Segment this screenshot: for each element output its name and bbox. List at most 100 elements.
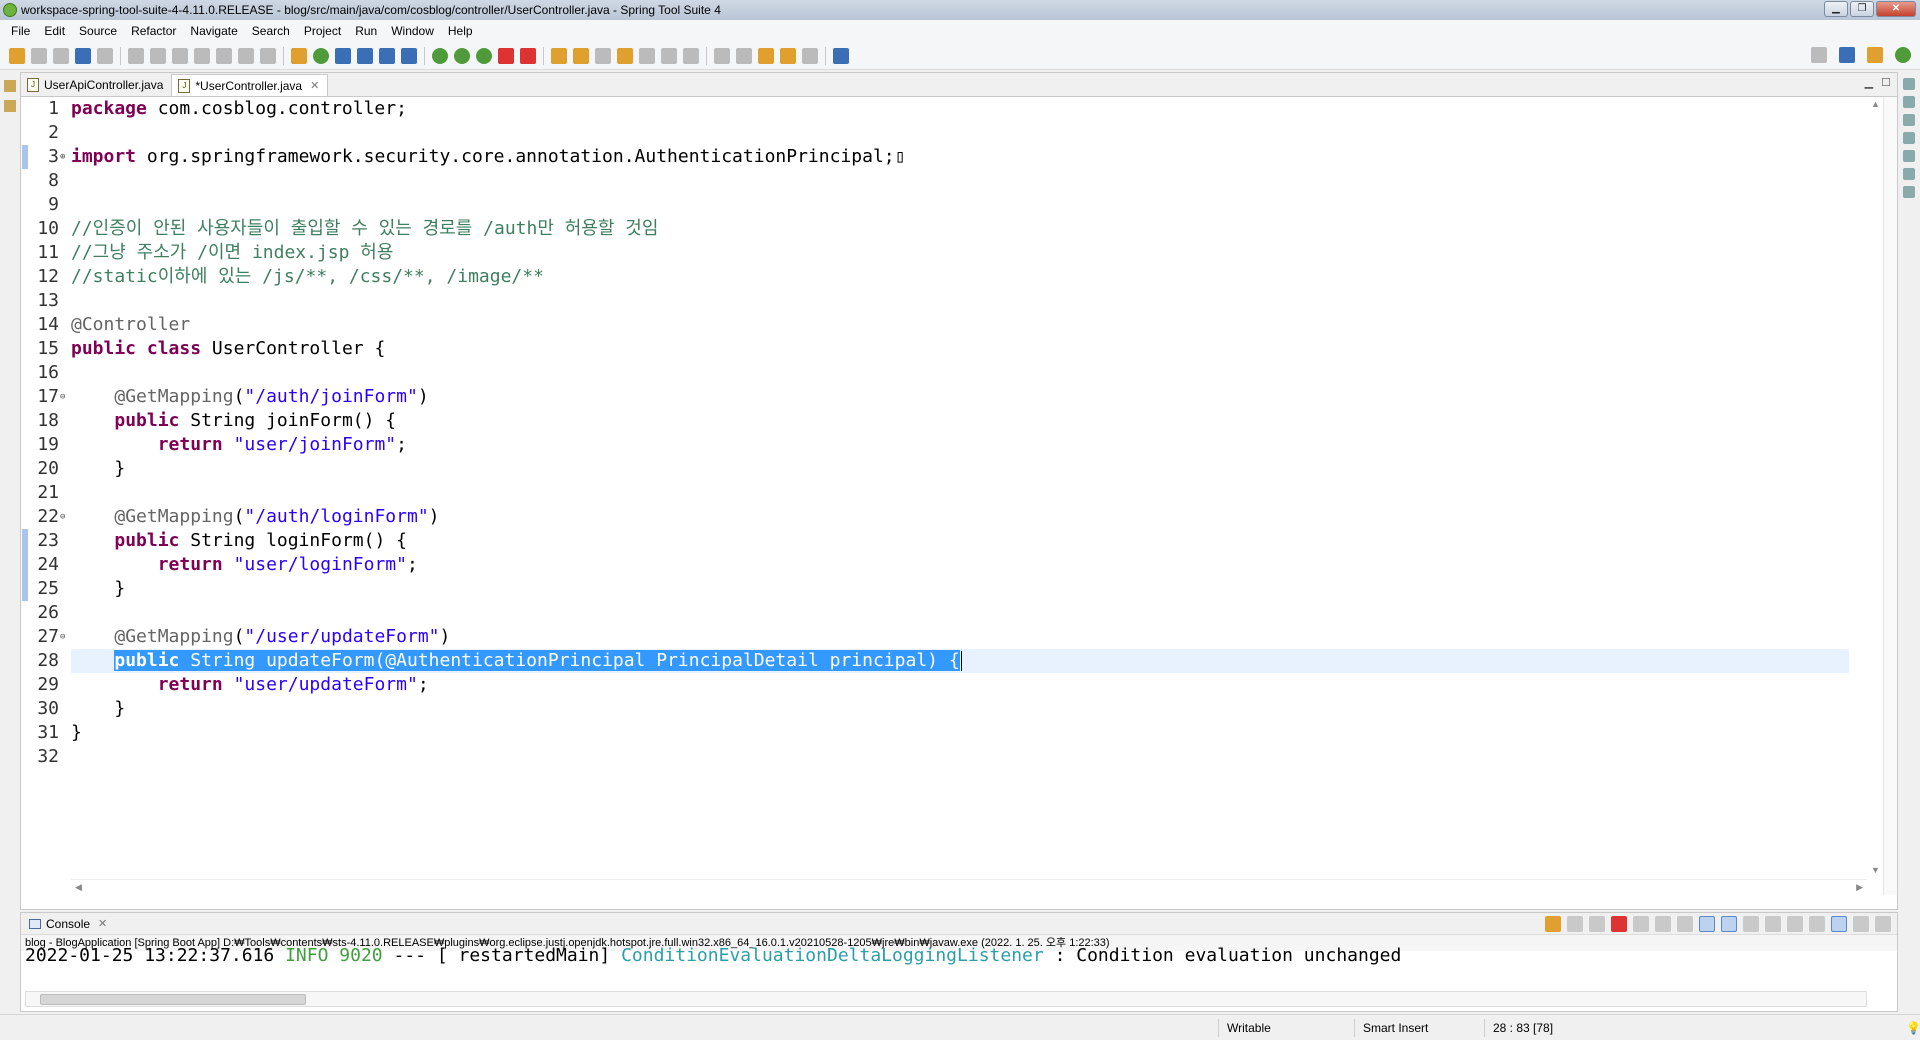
code-line[interactable]: 11 //그냥 주소가 /이면 index.jsp 허용: [37, 241, 1849, 265]
word-wrap-icon[interactable]: [639, 47, 655, 64]
spring-dashboard-icon[interactable]: [357, 47, 373, 64]
code-text[interactable]: 1 package com.cosblog.controller; 2 3 ⊕ impor…: [37, 97, 1849, 895]
scroll-lock-icon[interactable]: [1655, 916, 1671, 932]
close-tab-icon[interactable]: ✕: [310, 79, 319, 92]
display-console-icon[interactable]: [1765, 916, 1781, 932]
code-line[interactable]: 29 return "user/updateForm";: [37, 673, 1849, 697]
close-button[interactable]: ✕: [1876, 1, 1916, 17]
scroll-left-icon[interactable]: ◀: [75, 882, 82, 893]
build-icon[interactable]: [291, 47, 307, 64]
servers-icon[interactable]: [1903, 186, 1915, 198]
spring-perspective-icon[interactable]: [1895, 47, 1911, 63]
coverage-icon[interactable]: [476, 47, 492, 64]
code-line[interactable]: 20 }: [37, 457, 1849, 481]
code-line[interactable]: 17 ⊖ @GetMapping("/auth/joinForm"): [37, 385, 1849, 409]
globe-icon[interactable]: [379, 47, 395, 64]
code-line[interactable]: 14 @Controller: [37, 313, 1849, 337]
show-on-stdout-icon[interactable]: [1699, 916, 1715, 932]
scroll-right-icon[interactable]: ▶: [1856, 882, 1863, 893]
menu-file[interactable]: File: [4, 20, 37, 42]
code-line[interactable]: 27 ⊖ @GetMapping("/user/updateForm"): [37, 625, 1849, 649]
code-line[interactable]: 28 public String updateForm(@Authenticat…: [37, 649, 1849, 673]
boot-dashboard-icon[interactable]: [1903, 132, 1915, 144]
open-type-icon[interactable]: [551, 47, 567, 64]
step-into-icon[interactable]: [216, 47, 232, 64]
maximize-pane-icon[interactable]: [1875, 916, 1891, 932]
suspend-icon[interactable]: [150, 47, 166, 64]
fold-toggle-icon[interactable]: ⊖: [60, 625, 65, 649]
remove-all-terminated-icon[interactable]: [1589, 916, 1605, 932]
view-menu-icon[interactable]: [1809, 916, 1825, 932]
resume-icon[interactable]: [128, 47, 144, 64]
open-console-icon[interactable]: [75, 47, 91, 64]
overview-ruler[interactable]: [1883, 97, 1897, 895]
pin-editor-icon[interactable]: [833, 47, 849, 64]
minimize-pane-icon[interactable]: [1853, 916, 1869, 932]
menu-run[interactable]: Run: [348, 20, 384, 42]
code-line[interactable]: 26: [37, 601, 1849, 625]
back-icon[interactable]: [780, 47, 796, 64]
menu-navigate[interactable]: Navigate: [183, 20, 244, 42]
code-line[interactable]: 22 ⊖ @GetMapping("/auth/loginForm"): [37, 505, 1849, 529]
restore-view-icon[interactable]: [4, 80, 16, 92]
menu-search[interactable]: Search: [245, 20, 297, 42]
scroll-down-icon[interactable]: ▼: [1871, 865, 1880, 875]
code-line[interactable]: 13: [37, 289, 1849, 313]
save-icon[interactable]: [31, 47, 47, 64]
open-perspective-icon[interactable]: [1839, 47, 1855, 63]
show-on-stderr-icon[interactable]: [1721, 916, 1737, 932]
step-return-icon[interactable]: [260, 47, 276, 64]
fold-toggle-icon[interactable]: ⊖: [60, 385, 65, 409]
package-explorer-icon[interactable]: [4, 100, 16, 112]
remove-launch-icon[interactable]: [1567, 916, 1583, 932]
task-list-icon[interactable]: [1903, 114, 1915, 126]
skip-breakpoints-icon[interactable]: [97, 47, 113, 64]
code-line[interactable]: 18 public String joinForm() {: [37, 409, 1849, 433]
menu-edit[interactable]: Edit: [37, 20, 72, 42]
code-line[interactable]: 10 //인증이 안된 사용자들이 출입할 수 있는 경로를 /auth만 허용할…: [37, 217, 1849, 241]
scroll-up-icon[interactable]: ▲: [1871, 99, 1880, 109]
vertical-scrollbar[interactable]: ▲ ▼: [1867, 97, 1883, 895]
fold-toggle-icon[interactable]: ⊖: [60, 505, 65, 529]
code-line[interactable]: 3 ⊕ import org.springframework.security.co…: [48, 145, 1849, 169]
restore-icon[interactable]: [1903, 78, 1915, 90]
tab-console[interactable]: Console ✕: [21, 917, 115, 931]
code-line[interactable]: 9: [48, 193, 1849, 217]
search-type-icon[interactable]: [401, 47, 417, 64]
terminate-icon[interactable]: [172, 47, 188, 64]
menu-project[interactable]: Project: [297, 20, 348, 42]
disconnect-icon[interactable]: [194, 47, 210, 64]
clear-console-icon[interactable]: [1633, 916, 1649, 932]
code-line[interactable]: 15 public class UserController {: [37, 337, 1849, 361]
code-line[interactable]: 32: [37, 745, 1849, 769]
spring-boot-icon[interactable]: [313, 47, 329, 64]
properties-icon[interactable]: [1903, 168, 1915, 180]
toggle-block-selection-icon[interactable]: [617, 47, 633, 64]
java-perspective-icon[interactable]: [1867, 47, 1883, 63]
menu-source[interactable]: Source: [72, 20, 124, 42]
code-line[interactable]: 12 //static이하에 있는 /js/**, /css/**, /image…: [37, 265, 1849, 289]
fold-toggle-icon[interactable]: ⊕: [60, 145, 65, 169]
external-tools-icon[interactable]: [520, 47, 536, 64]
tab-usercontroller[interactable]: J *UserController.java ✕: [171, 74, 329, 96]
console-output[interactable]: 2022-01-25 13:22:37.616 INFO 9020 --- [ …: [21, 947, 1897, 971]
code-editor[interactable]: 1 package com.cosblog.controller; 2 3 ⊕ impor…: [21, 97, 1897, 895]
console-horizontal-scrollbar[interactable]: [25, 991, 1867, 1007]
problems-icon[interactable]: [1903, 150, 1915, 162]
horizontal-scrollbar[interactable]: ◀ ▶: [71, 879, 1867, 895]
terminate-icon[interactable]: [1611, 916, 1627, 932]
pilcrow-icon[interactable]: [683, 47, 699, 64]
code-line[interactable]: 24 return "user/loginForm";: [37, 553, 1849, 577]
open-console-icon[interactable]: [1787, 916, 1803, 932]
forward-icon[interactable]: [802, 47, 818, 64]
code-line[interactable]: 30 }: [37, 697, 1849, 721]
new-spring-project-icon[interactable]: [335, 47, 351, 64]
code-line[interactable]: 31}: [37, 721, 1849, 745]
stop-icon[interactable]: [498, 47, 514, 64]
menu-help[interactable]: Help: [441, 20, 480, 42]
save-all-icon[interactable]: [53, 47, 69, 64]
code-line[interactable]: 16: [37, 361, 1849, 385]
menu-window[interactable]: Window: [384, 20, 441, 42]
relaunch-icon[interactable]: [1545, 916, 1561, 932]
minimize-button[interactable]: ▁: [1824, 1, 1848, 17]
